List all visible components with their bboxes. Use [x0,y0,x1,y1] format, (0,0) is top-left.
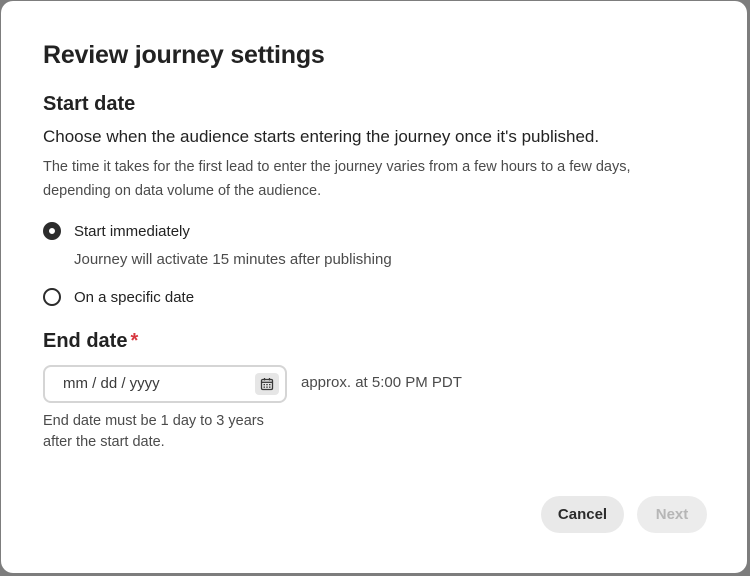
dialog-title: Review journey settings [43,41,325,69]
end-date-heading: End date * [43,330,138,353]
start-date-lead: Choose when the audience starts entering… [43,127,600,146]
calendar-button[interactable] [255,373,279,395]
required-marker: * [130,330,139,352]
radio-start-immediately[interactable]: Start immediately [43,222,190,240]
end-date-field[interactable] [43,365,287,403]
calendar-icon [260,378,274,391]
approx-time-text: approx. at 5:00 PM PDT [301,374,462,391]
end-date-help-text: End date must be 1 day to 3 years after … [43,413,264,450]
radio-specific-date[interactable]: On a specific date [43,288,194,306]
review-journey-dialog: Review journey settings Start date Choos… [1,1,747,573]
radio-label-start-immediately: Start immediately [74,222,190,240]
end-date-heading-text: End date [43,330,128,352]
end-date-input[interactable] [63,375,243,392]
start-date-heading: Start date [43,93,136,115]
next-button[interactable]: Next [637,496,707,533]
radio-label-specific-date: On a specific date [74,288,195,306]
cancel-button[interactable]: Cancel [541,496,624,533]
radio-button-checked[interactable] [43,222,61,240]
radio-button-unchecked[interactable] [43,288,61,306]
start-immediately-help: Journey will activate 15 minutes after p… [74,251,392,268]
start-date-description: The time it takes for the first lead to … [43,159,631,199]
